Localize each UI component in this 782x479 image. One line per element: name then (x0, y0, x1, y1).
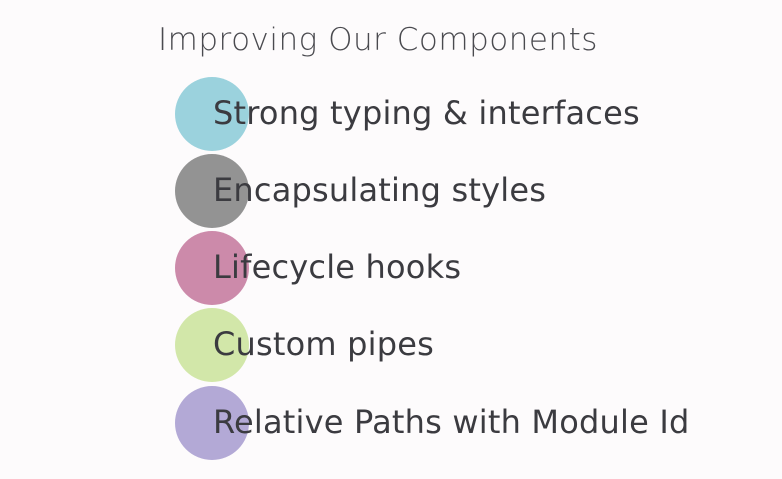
bullet-label: Relative Paths with Module Id (213, 403, 690, 441)
bullet-item: Custom pipes (175, 308, 775, 384)
bullet-label: Custom pipes (213, 325, 435, 363)
bullet-item: Strong typing & interfaces (175, 77, 775, 153)
bullet-label: Lifecycle hooks (213, 248, 462, 286)
bullet-label: Strong typing & interfaces (213, 94, 640, 132)
bullet-item: Encapsulating styles (175, 154, 775, 230)
bullet-item: Relative Paths with Module Id (175, 386, 775, 462)
slide: Improving Our Components Strong typing &… (0, 0, 782, 479)
bullet-item: Lifecycle hooks (175, 231, 775, 307)
slide-title: Improving Our Components (158, 22, 598, 58)
bullet-label: Encapsulating styles (213, 171, 547, 209)
